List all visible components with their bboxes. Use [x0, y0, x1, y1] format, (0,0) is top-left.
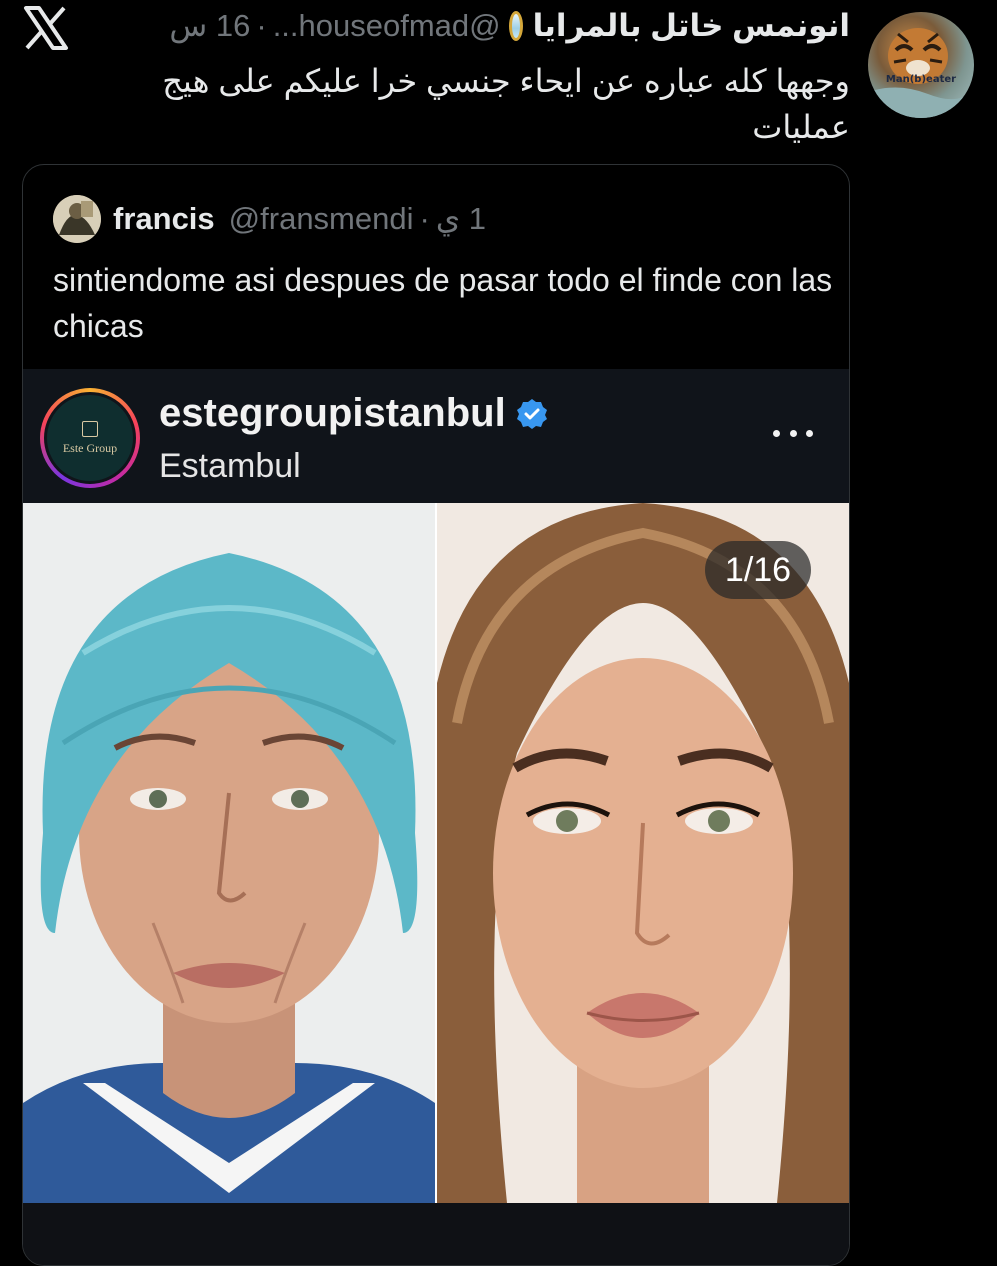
instagram-post-header: Este Group estegroupistanbul Estambul — [23, 369, 849, 503]
instagram-avatar: Este Group — [44, 392, 136, 484]
brand-logo-icon — [82, 420, 98, 437]
instagram-username-row: estegroupistanbul — [159, 391, 548, 436]
tweet-header: انونمس خاتل بالمرايا @houseofmad... · 16… — [110, 4, 850, 48]
after-photo — [437, 503, 849, 1203]
quoted-tweet-header: francis @fransmendi · 1 ي — [113, 195, 486, 243]
verified-badge-icon — [516, 398, 547, 429]
before-photo — [23, 503, 435, 1203]
quoted-time[interactable]: 1 ي — [436, 201, 486, 237]
more-horizontal-icon[interactable] — [773, 413, 813, 453]
tweet-handle[interactable]: @houseofmad... — [273, 8, 501, 44]
quoted-display-name[interactable]: francis — [113, 201, 215, 237]
avatar-brand: Este Group — [62, 440, 118, 455]
tiger-avatar-icon[interactable]: Man(b)eater — [868, 12, 974, 118]
tweet-text: وجهها كله عباره عن ايحاء جنسي خرا عليكم … — [162, 63, 850, 145]
tweet-time[interactable]: 16 س — [169, 8, 250, 44]
quoted-separator: · — [419, 201, 430, 236]
x-logo-icon[interactable] — [22, 6, 70, 50]
instagram-username[interactable]: estegroupistanbul — [159, 391, 506, 436]
tweet-display-name[interactable]: انونمس خاتل بالمرايا — [533, 8, 850, 44]
page-counter: 1/16 — [705, 541, 811, 599]
quoted-handle[interactable]: @fransmendi — [229, 201, 414, 237]
quoted-tweet-card[interactable]: francis @fransmendi · 1 ي sintiendome as… — [22, 164, 850, 1266]
quoted-tweet-text: sintiendome asi despues de pasar todo el… — [53, 262, 833, 344]
user-avatar-icon[interactable] — [53, 195, 101, 243]
tweet-separator: · — [256, 8, 267, 43]
instagram-location[interactable]: Estambul — [159, 447, 301, 486]
instagram-post-image[interactable]: Este Group estegroupistanbul Estambul 1/… — [23, 369, 849, 1265]
mirror-emoji-icon — [508, 11, 523, 41]
instagram-story-ring[interactable]: Este Group — [40, 388, 140, 488]
avatar-caption: Man(b)eater — [885, 74, 957, 85]
